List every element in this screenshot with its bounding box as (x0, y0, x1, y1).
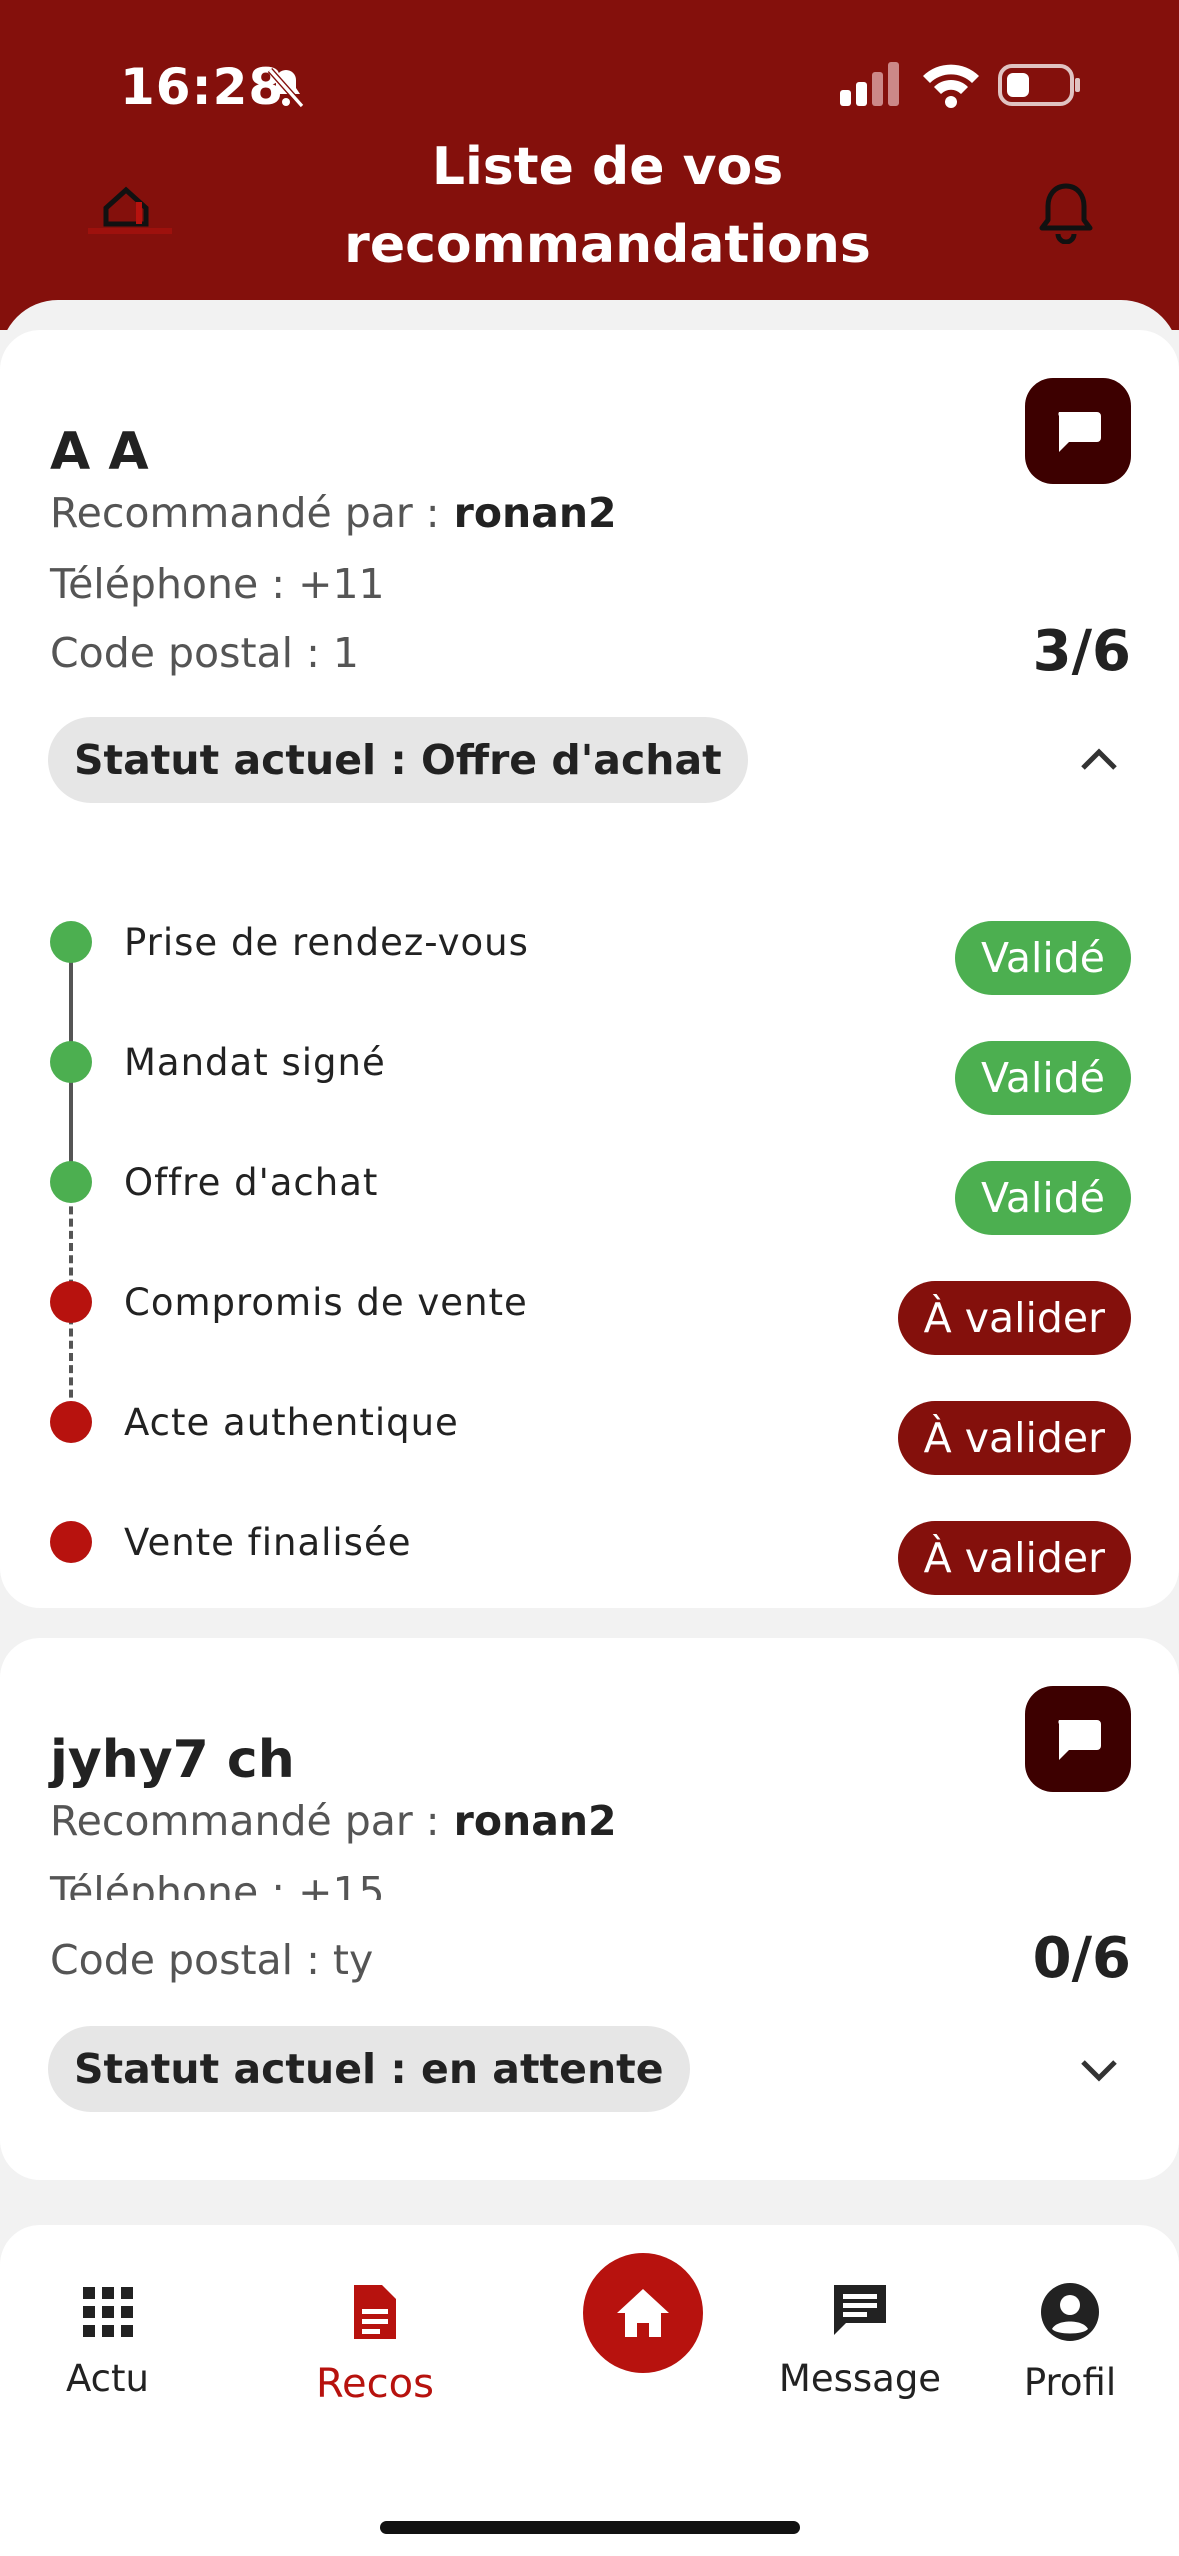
tab-profil[interactable]: Profil (1020, 2281, 1120, 2404)
brand-logo (88, 186, 172, 234)
chevron-up-icon[interactable] (1079, 740, 1119, 780)
chat-button[interactable] (1025, 1686, 1131, 1792)
step-badge-to-validate[interactable]: À valider (897, 1281, 1131, 1355)
app-header: 16:28 Liste de vos recommandations (0, 0, 1179, 330)
step-label: Acte authentique (124, 1401, 459, 1444)
home-indicator (380, 2521, 800, 2534)
home-button[interactable] (583, 2253, 703, 2373)
status-indicators (840, 62, 1082, 112)
progress-count: 0/6 (1032, 1926, 1131, 1991)
step-label: Compromis de vente (124, 1281, 528, 1324)
page-title: Liste de vos recommandations (250, 128, 965, 284)
current-status-badge: Statut actuel : en attente (48, 2026, 690, 2112)
recommendation-card-lower: Code postal : ty 0/6 Statut actuel : en … (0, 1900, 1179, 2180)
message-icon (834, 2285, 886, 2335)
page-title-line1: Liste de vos (431, 137, 784, 197)
contact-name: A A (50, 422, 149, 482)
step-dot-pending (50, 1401, 92, 1443)
postal-code: Code postal : ty (50, 1936, 374, 1984)
recommended-by: Recommandé par : ronan2 (50, 489, 617, 537)
tab-recos-label: Recos (316, 2361, 434, 2407)
bottom-tab-bar: Actu Recos Message Profil (0, 2225, 1179, 2556)
chat-bubble-icon (1058, 1720, 1101, 1760)
tab-message[interactable]: Message (770, 2281, 950, 2400)
step-dot-done (50, 921, 92, 963)
wifi-icon (923, 64, 980, 108)
step-badge-to-validate[interactable]: À valider (897, 1401, 1131, 1475)
step-label: Mandat signé (124, 1041, 386, 1084)
step-label: Vente finalisée (124, 1521, 412, 1564)
grid-icon (82, 2287, 133, 2337)
home-icon (617, 2289, 669, 2337)
recommendation-card: A A Recommandé par : ronan2 Téléphone : +… (0, 330, 1179, 1608)
silent-bell-icon (267, 68, 305, 108)
recommender-name: ronan2 (453, 489, 617, 537)
step-badge-validated: Validé (954, 1041, 1131, 1115)
tab-profil-label: Profil (1023, 2361, 1117, 2404)
status-time: 16:28 (120, 58, 285, 116)
profile-icon (1041, 2283, 1099, 2341)
step-badge-validated: Validé (954, 921, 1131, 995)
chat-bubble-icon (1058, 412, 1101, 452)
tab-recos[interactable]: Recos (300, 2281, 450, 2407)
current-status-badge: Statut actuel : Offre d'achat (48, 717, 748, 803)
cellular-signal-icon (840, 62, 899, 106)
step-dot-pending (50, 1281, 92, 1323)
phone-number: Téléphone : +11 (50, 560, 385, 608)
battery-icon (998, 64, 1081, 106)
chat-button[interactable] (1025, 378, 1131, 484)
recommended-by-label: Recommandé par : (50, 1797, 440, 1845)
step-dot-pending (50, 1521, 92, 1563)
step-label: Prise de rendez-vous (124, 921, 529, 964)
step-dot-done (50, 1041, 92, 1083)
recommender-name: ronan2 (453, 1797, 617, 1845)
progress-count: 3/6 (1032, 619, 1131, 684)
tab-actu[interactable]: Actu (50, 2285, 165, 2400)
page-title-line2: recommandations (344, 215, 871, 275)
step-label: Offre d'achat (124, 1161, 379, 1204)
recommendations-list[interactable]: A A Recommandé par : ronan2 Téléphone : +… (0, 300, 1179, 2220)
step-dot-done (50, 1161, 92, 1203)
notification-bell-icon[interactable] (1038, 180, 1094, 244)
postal-code: Code postal : 1 (50, 629, 360, 677)
step-badge-to-validate[interactable]: À valider (897, 1521, 1131, 1595)
contact-name: jyhy7 ch (50, 1730, 295, 1790)
tab-actu-label: Actu (66, 2357, 149, 2400)
recommended-by: Recommandé par : ronan2 (50, 1797, 617, 1845)
document-icon (354, 2285, 396, 2339)
recommended-by-label: Recommandé par : (50, 489, 440, 537)
chevron-down-icon[interactable] (1079, 2050, 1119, 2090)
tab-message-label: Message (778, 2357, 942, 2400)
step-badge-validated: Validé (954, 1161, 1131, 1235)
